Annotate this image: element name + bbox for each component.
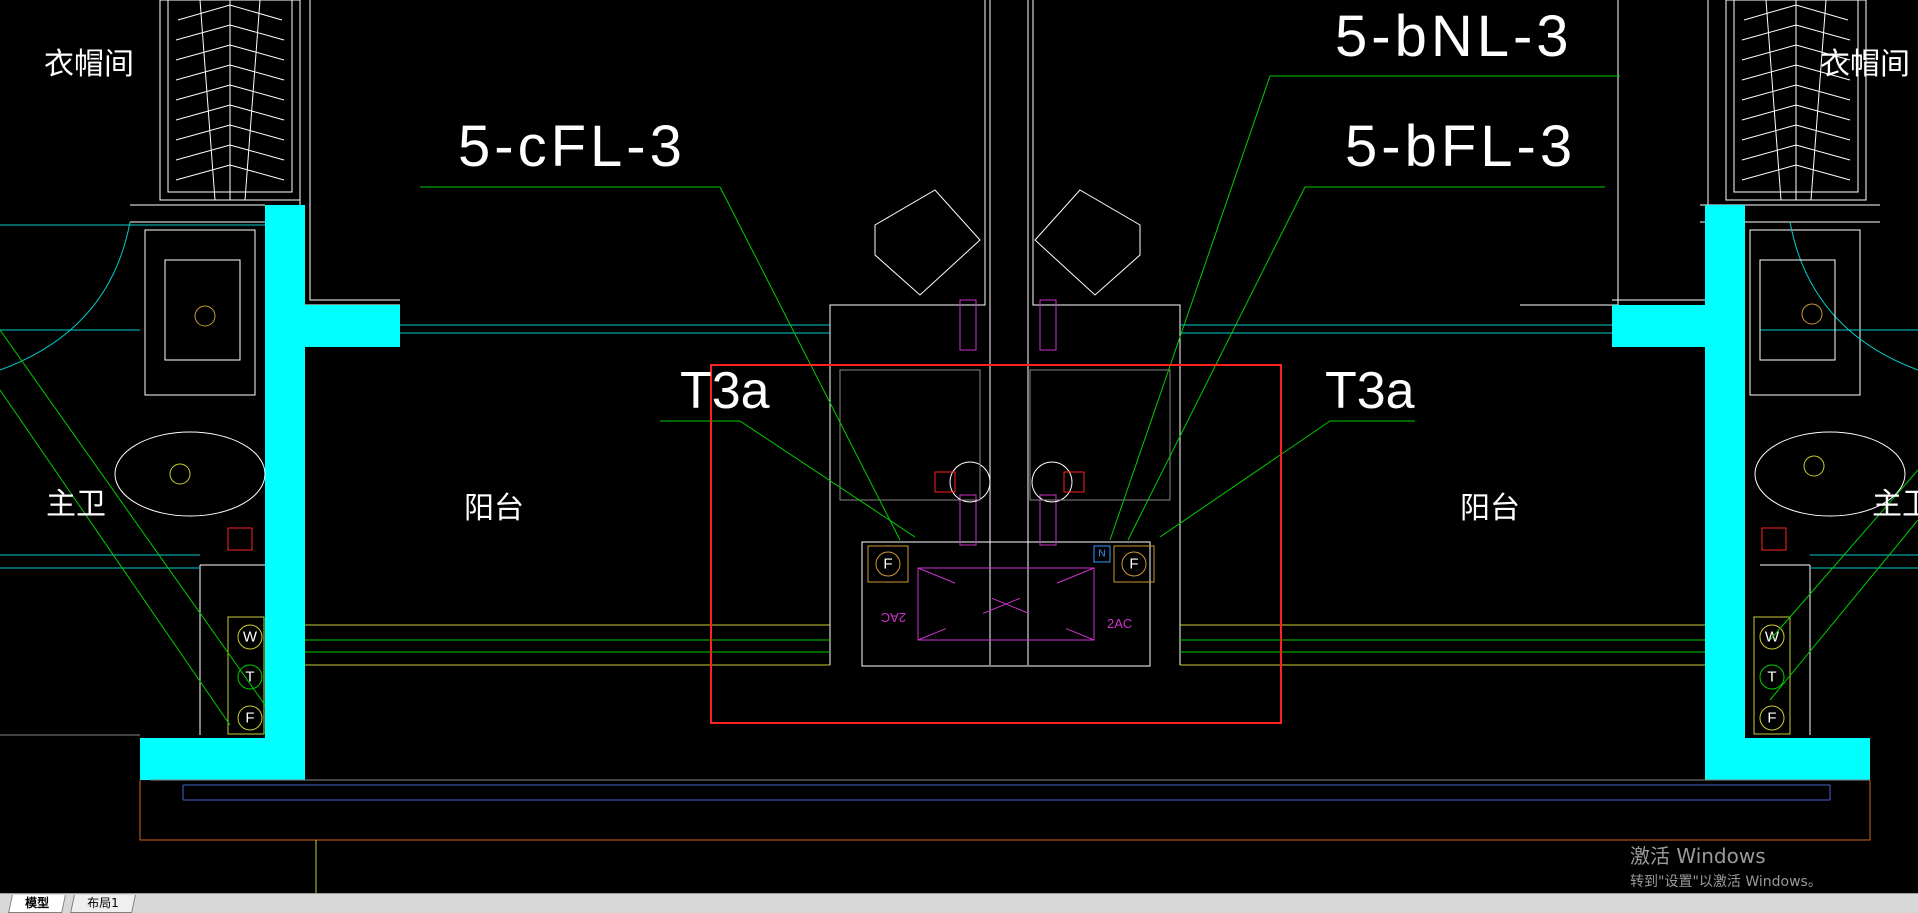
tag-5-bnl-3: 5-bNL-3 — [1335, 4, 1573, 69]
tab-model[interactable]: 模型 — [8, 895, 66, 913]
wardrobe-right — [1725, 0, 1867, 201]
tab-layout1-label: 布局1 — [87, 896, 119, 910]
central-equipment — [839, 189, 1171, 667]
room-label-balcony-right: 阳台 — [1460, 491, 1520, 526]
tag-t3a-left: T3a — [680, 362, 770, 420]
drain-f-right: F — [1129, 556, 1138, 573]
tag-t3a-right: T3a — [1325, 362, 1415, 420]
tag-5-bfl-3: 5-bFL-3 — [1345, 114, 1576, 179]
tab-model-label: 模型 — [25, 896, 50, 910]
room-label-cloakroom-left: 衣帽间 — [44, 47, 134, 82]
wardrobe-left — [159, 0, 301, 201]
drain-f-left: F — [883, 556, 892, 573]
selection-rectangle[interactable] — [710, 364, 1282, 724]
walls — [140, 205, 1870, 780]
room-label-master-bath-right: 主卫 — [1872, 487, 1918, 522]
layout-tab-bar: 模型 布局1 — [0, 893, 1918, 913]
room-label-cloakroom-right: 衣帽间 — [1820, 47, 1910, 82]
watermark-title: 激活 Windows — [1630, 844, 1766, 868]
ac-label-left: 2AC — [881, 610, 906, 625]
pipe-symbol-t-right: T — [1767, 669, 1776, 686]
cad-drawing-canvas[interactable]: W T F W T F 2AC 2AC F F N 衣帽间 衣帽间 主卫 主卫 … — [0, 0, 1918, 893]
bath-fixtures-left — [114, 259, 266, 551]
pipe-symbol-f-left: F — [245, 710, 254, 727]
n-marker: N — [1098, 549, 1105, 560]
tag-5-cfl-3: 5-cFL-3 — [458, 114, 686, 179]
pipe-symbol-f-right: F — [1767, 710, 1776, 727]
watermark-subtitle: 转到"设置"以激活 Windows。 — [1630, 874, 1822, 890]
tab-layout1[interactable]: 布局1 — [70, 895, 136, 913]
ac-label-right: 2AC — [1107, 616, 1132, 631]
pipe-symbol-w-left: W — [243, 629, 258, 646]
windows-activation-watermark: 激活 Windows 转到"设置"以激活 Windows。 — [1630, 840, 1822, 891]
room-label-master-bath-left: 主卫 — [46, 487, 106, 522]
room-label-balcony-left: 阳台 — [464, 491, 524, 526]
